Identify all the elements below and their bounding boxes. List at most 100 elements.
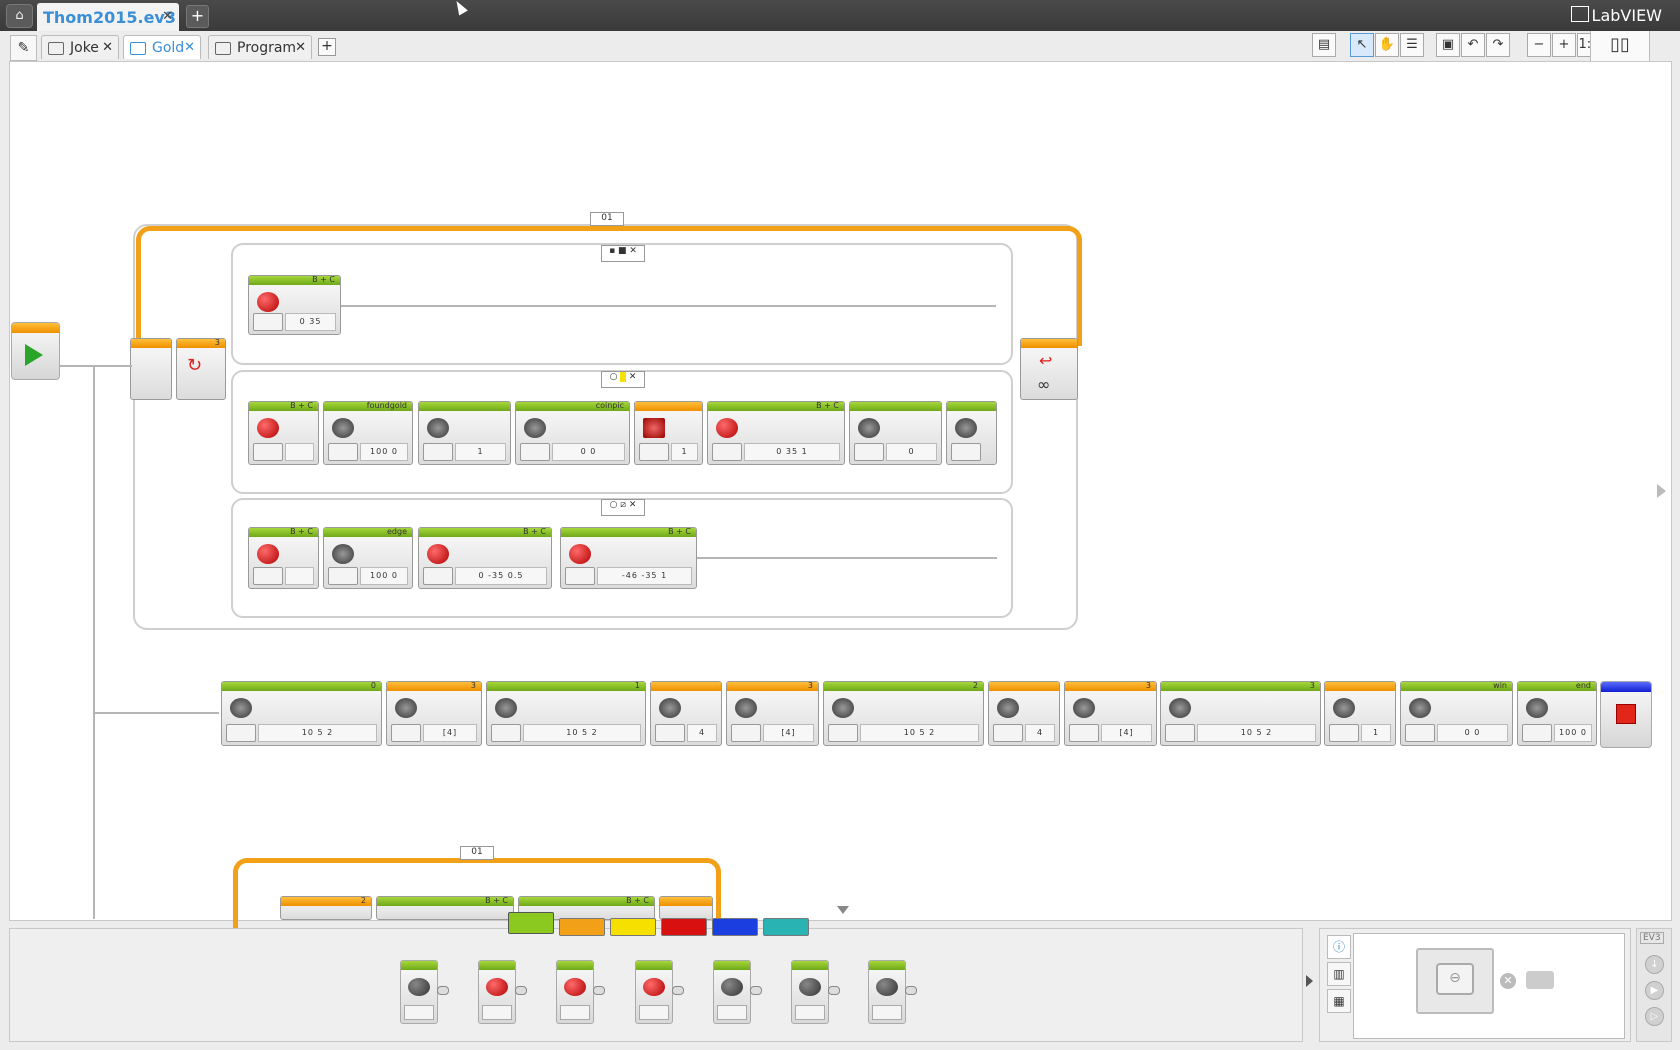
- block-values[interactable]: 1: [455, 443, 506, 461]
- download-icon[interactable]: ↓: [1645, 955, 1664, 974]
- redo-icon[interactable]: ↷: [1486, 33, 1510, 57]
- mode-selector[interactable]: [328, 567, 358, 585]
- display-block[interactable]: 3 10 5 2: [1160, 681, 1321, 746]
- sound-block[interactable]: foundgold 100 0: [323, 401, 413, 465]
- palette-tab-3[interactable]: [661, 918, 707, 936]
- home-button[interactable]: ⌂: [6, 4, 33, 28]
- block-values[interactable]: [4]: [1101, 724, 1152, 742]
- mode-selector[interactable]: [565, 567, 595, 585]
- wait-block[interactable]: 1: [634, 401, 703, 465]
- block-values[interactable]: 1: [1361, 724, 1391, 742]
- select-pointer-icon[interactable]: ↖: [1350, 33, 1374, 57]
- move-steering-block[interactable]: B + C: [248, 401, 319, 465]
- mode-selector[interactable]: [712, 443, 742, 461]
- mode-selector[interactable]: [951, 443, 981, 461]
- undo-icon[interactable]: ↶: [1461, 33, 1485, 57]
- available-bricks-icon[interactable]: ▦: [1327, 989, 1351, 1013]
- sound-block[interactable]: edge 100 0: [323, 527, 413, 589]
- wait-block[interactable]: 4: [650, 681, 722, 746]
- case-3-selector[interactable]: ○ ⧄ ✕: [601, 499, 645, 516]
- canvas-scroll-right-icon[interactable]: [1657, 484, 1666, 498]
- mode-selector[interactable]: [253, 567, 283, 585]
- stop-program-block[interactable]: [1600, 681, 1652, 748]
- move-steering-block[interactable]: B + C: [376, 896, 514, 920]
- close-icon[interactable]: ✕: [102, 36, 113, 60]
- mode-selector[interactable]: [391, 724, 421, 742]
- palette-sound-block[interactable]: [791, 960, 840, 1024]
- close-icon[interactable]: ✕: [295, 36, 306, 60]
- comment-icon[interactable]: ▤: [1312, 33, 1336, 57]
- move-steering-block[interactable]: B + C: [248, 527, 319, 589]
- loop-end[interactable]: [659, 896, 713, 920]
- pan-hand-icon[interactable]: ✋: [1375, 33, 1399, 57]
- block-values[interactable]: 4: [687, 724, 717, 742]
- display-block[interactable]: win 0 0: [1400, 681, 1513, 746]
- zoom-out-icon[interactable]: −: [1527, 33, 1551, 57]
- close-icon[interactable]: ✕: [184, 36, 195, 60]
- block-values[interactable]: 0 35 1: [744, 443, 840, 461]
- zoom-in-icon[interactable]: +: [1552, 33, 1576, 57]
- block-values[interactable]: [4]: [763, 724, 814, 742]
- wait-block[interactable]: 2: [280, 896, 372, 920]
- comment-tool-icon[interactable]: ☰: [1400, 33, 1424, 57]
- brick-light-block[interactable]: 1: [418, 401, 511, 465]
- wait-block[interactable]: 3 [4]: [386, 681, 482, 746]
- block-values[interactable]: 10 5 2: [1197, 724, 1316, 742]
- switch-block[interactable]: 3 ↻: [176, 338, 226, 400]
- tab-gold[interactable]: Gold ✕: [123, 35, 201, 59]
- mode-selector[interactable]: [226, 724, 256, 742]
- block-values[interactable]: -46 -35 1: [597, 567, 692, 585]
- palette-medium-motor-block[interactable]: [400, 960, 449, 1024]
- project-tab[interactable]: Thom2015.ev3 ✕: [37, 3, 179, 31]
- collapse-palette-icon[interactable]: [837, 906, 849, 914]
- mode-selector[interactable]: [491, 724, 521, 742]
- wait-block[interactable]: 3 [4]: [1064, 681, 1157, 746]
- save-icon[interactable]: ▣: [1436, 33, 1460, 57]
- display-block[interactable]: 1 10 5 2: [486, 681, 646, 746]
- palette-tab-4[interactable]: [712, 918, 758, 936]
- palette-display-block[interactable]: [713, 960, 762, 1024]
- palette-tab-5[interactable]: [763, 918, 809, 936]
- mode-selector[interactable]: [639, 443, 669, 461]
- palette-tab-2[interactable]: [610, 918, 656, 936]
- palette-move-steering-block[interactable]: [556, 960, 605, 1024]
- move-tank-block[interactable]: B + C -46 -35 1: [560, 527, 697, 589]
- move-steering-block[interactable]: B + C 0 -35 0.5: [418, 527, 552, 589]
- block-values[interactable]: 100 0: [360, 443, 408, 461]
- wait-block[interactable]: 3 [4]: [726, 681, 819, 746]
- loop-label[interactable]: 01: [590, 212, 624, 226]
- block-values[interactable]: 0: [886, 443, 937, 461]
- mode-selector[interactable]: [253, 443, 283, 461]
- block-values[interactable]: 1: [671, 443, 698, 461]
- close-icon[interactable]: ✕: [162, 9, 173, 24]
- mode-selector[interactable]: [253, 313, 283, 331]
- palette-tab-1[interactable]: [559, 918, 605, 936]
- display-block[interactable]: coinpic 0 0: [515, 401, 630, 465]
- mode-selector[interactable]: [655, 724, 685, 742]
- block-values[interactable]: 0 0: [1437, 724, 1508, 742]
- block-values[interactable]: 10 5 2: [258, 724, 377, 742]
- block-values[interactable]: [4]: [423, 724, 477, 742]
- mode-selector[interactable]: [1165, 724, 1195, 742]
- tab-program[interactable]: Program ✕: [208, 35, 312, 59]
- block-values[interactable]: 0 0: [552, 443, 625, 461]
- move-steering-block[interactable]: B + C 0 35 1: [707, 401, 845, 465]
- block-values[interactable]: 4: [1025, 724, 1055, 742]
- brick-info-icon[interactable]: ⓘ: [1327, 935, 1351, 959]
- mode-selector[interactable]: [1329, 724, 1359, 742]
- mode-selector[interactable]: [828, 724, 858, 742]
- move-steering-block[interactable]: B + C 0 35: [248, 275, 341, 335]
- block-values[interactable]: [285, 443, 314, 461]
- block-values[interactable]: 10 5 2: [523, 724, 641, 742]
- loop-begin[interactable]: [130, 338, 172, 400]
- loop-end[interactable]: ↩ ∞: [1020, 338, 1078, 400]
- block-values[interactable]: 10 5 2: [860, 724, 979, 742]
- mode-selector[interactable]: [423, 443, 453, 461]
- palette-move-tank-block[interactable]: [635, 960, 684, 1024]
- mode-selector[interactable]: [854, 443, 884, 461]
- loop-label-2[interactable]: 01: [460, 846, 494, 860]
- block-values[interactable]: 0 -35 0.5: [455, 567, 547, 585]
- mode-selector[interactable]: [328, 443, 358, 461]
- block-values[interactable]: 100 0: [360, 567, 408, 585]
- display-block[interactable]: 2 10 5 2: [823, 681, 984, 746]
